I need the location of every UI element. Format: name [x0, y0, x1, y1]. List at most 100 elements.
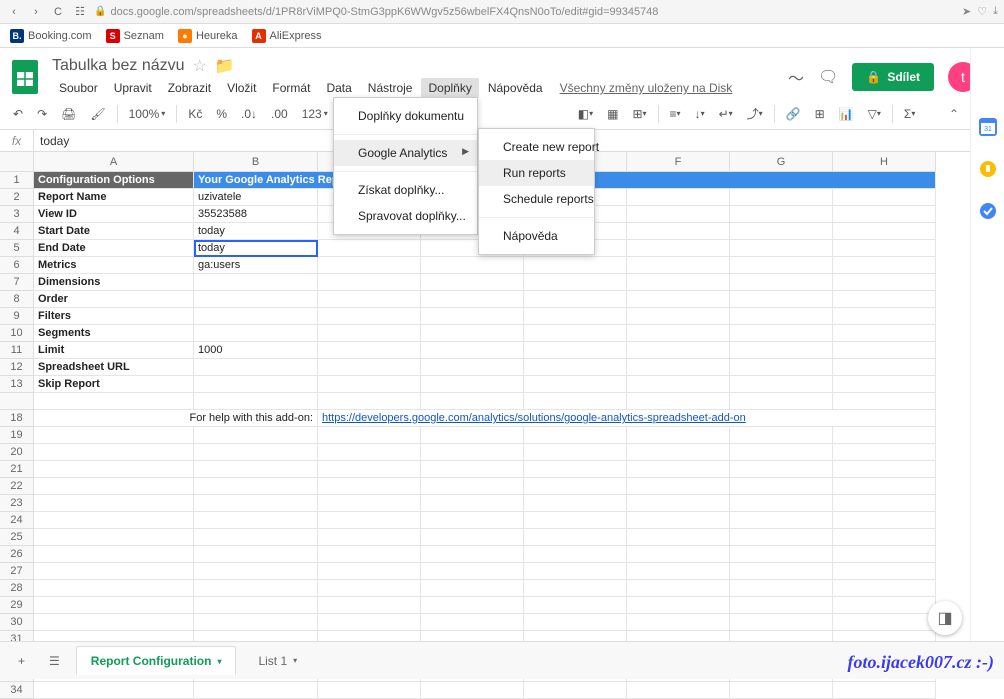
cell-D7[interactable]	[421, 274, 524, 291]
cell-H5[interactable]	[833, 240, 936, 257]
cell-E10[interactable]	[524, 325, 627, 342]
menu-napoveda[interactable]: Nápověda	[481, 78, 550, 98]
cell-D28[interactable]	[421, 580, 524, 597]
percent-button[interactable]: %	[211, 103, 232, 125]
explore-button[interactable]: ◨	[928, 601, 962, 635]
cell-spacer-5[interactable]	[627, 393, 730, 410]
cell-G6[interactable]	[730, 257, 833, 274]
cell-H10[interactable]	[833, 325, 936, 342]
row-header-27[interactable]: 27	[0, 563, 34, 580]
cell-E30[interactable]	[524, 614, 627, 631]
cell-B22[interactable]	[194, 478, 318, 495]
cell-F27[interactable]	[627, 563, 730, 580]
cell-G4[interactable]	[730, 223, 833, 240]
cell-G25[interactable]	[730, 529, 833, 546]
cell-A21[interactable]	[34, 461, 194, 478]
cell-C5[interactable]	[318, 240, 421, 257]
cell-H8[interactable]	[833, 291, 936, 308]
cell-D29[interactable]	[421, 597, 524, 614]
cell-A12[interactable]: Spreadsheet URL	[34, 359, 194, 376]
cell-C34[interactable]	[318, 682, 421, 699]
cell-G23[interactable]	[730, 495, 833, 512]
cell-C20[interactable]	[318, 444, 421, 461]
cell-G27[interactable]	[730, 563, 833, 580]
cell-A2[interactable]: Report Name	[34, 189, 194, 206]
cell-E22[interactable]	[524, 478, 627, 495]
submenu-schedule[interactable]: Schedule reports	[479, 186, 594, 212]
cell-G2[interactable]	[730, 189, 833, 206]
paint-format-button[interactable]: 🖌	[85, 103, 110, 125]
cell-G26[interactable]	[730, 546, 833, 563]
menu-vlozit[interactable]: Vložit	[220, 78, 263, 98]
cell-A23[interactable]	[34, 495, 194, 512]
cell-spacer-0[interactable]	[34, 393, 194, 410]
row-header-5[interactable]: 5	[0, 240, 34, 257]
menu-upravit[interactable]: Upravit	[107, 78, 159, 98]
bookmark-booking[interactable]: B.Booking.com	[10, 29, 92, 43]
cell-B6[interactable]: ga:users	[194, 257, 318, 274]
cell-B29[interactable]	[194, 597, 318, 614]
borders-button[interactable]: ▦	[602, 103, 623, 125]
bookmark-aliexpress[interactable]: AAliExpress	[252, 29, 322, 43]
cell-B19[interactable]	[194, 427, 318, 444]
folder-icon[interactable]: 📁	[215, 56, 235, 76]
cell-C26[interactable]	[318, 546, 421, 563]
currency-dropdown[interactable]: Kč	[183, 103, 207, 125]
cell-H4[interactable]	[833, 223, 936, 240]
cell-E13[interactable]	[524, 376, 627, 393]
cell-E9[interactable]	[524, 308, 627, 325]
filter-button[interactable]: ▽▾	[863, 103, 886, 125]
cell-B28[interactable]	[194, 580, 318, 597]
cell-B8[interactable]	[194, 291, 318, 308]
rotate-button[interactable]: ⤴▾	[742, 101, 768, 126]
cell-A8[interactable]: Order	[34, 291, 194, 308]
row-header-2[interactable]: 2	[0, 189, 34, 206]
cell-E25[interactable]	[524, 529, 627, 546]
cell-A1[interactable]: Configuration Options	[34, 172, 194, 189]
cell-H7[interactable]	[833, 274, 936, 291]
cell-B5[interactable]: today	[194, 240, 318, 257]
cell-F3[interactable]	[627, 206, 730, 223]
cell-D22[interactable]	[421, 478, 524, 495]
cell-H23[interactable]	[833, 495, 936, 512]
download-icon[interactable]: ⤓	[993, 5, 998, 18]
comments-icon[interactable]: 🗨	[818, 67, 838, 87]
share-button[interactable]: 🔒 Sdílet	[852, 63, 934, 91]
cell-A30[interactable]	[34, 614, 194, 631]
cell-B27[interactable]	[194, 563, 318, 580]
cell-B11[interactable]: 1000	[194, 342, 318, 359]
cell-G3[interactable]	[730, 206, 833, 223]
cell-spacer-1[interactable]	[194, 393, 318, 410]
cell-H25[interactable]	[833, 529, 936, 546]
dec-increase-button[interactable]: .00	[266, 103, 293, 125]
functions-button[interactable]: Σ▾	[899, 103, 920, 125]
cell-G20[interactable]	[730, 444, 833, 461]
cell-C9[interactable]	[318, 308, 421, 325]
menu-data[interactable]: Data	[319, 78, 358, 98]
cell-H34[interactable]	[833, 682, 936, 699]
col-header-A[interactable]: A	[34, 152, 194, 172]
cell-E34[interactable]	[524, 682, 627, 699]
cell-C7[interactable]	[318, 274, 421, 291]
cell-A28[interactable]	[34, 580, 194, 597]
row-header-26[interactable]: 26	[0, 546, 34, 563]
col-header-H[interactable]: H	[833, 152, 936, 172]
cell-C28[interactable]	[318, 580, 421, 597]
cell-G7[interactable]	[730, 274, 833, 291]
cell-F22[interactable]	[627, 478, 730, 495]
cell-F11[interactable]	[627, 342, 730, 359]
cell-F28[interactable]	[627, 580, 730, 597]
cell-E19[interactable]	[524, 427, 627, 444]
cell-A4[interactable]: Start Date	[34, 223, 194, 240]
cell-C10[interactable]	[318, 325, 421, 342]
cell-A27[interactable]	[34, 563, 194, 580]
cell-D8[interactable]	[421, 291, 524, 308]
cell-H26[interactable]	[833, 546, 936, 563]
row-header-13[interactable]: 13	[0, 376, 34, 393]
merge-button[interactable]: ⊞▾	[627, 103, 651, 125]
submenu-create-report[interactable]: Create new report	[479, 134, 594, 160]
cell-A26[interactable]	[34, 546, 194, 563]
cell-E27[interactable]	[524, 563, 627, 580]
cell-H24[interactable]	[833, 512, 936, 529]
row-header-12[interactable]: 12	[0, 359, 34, 376]
